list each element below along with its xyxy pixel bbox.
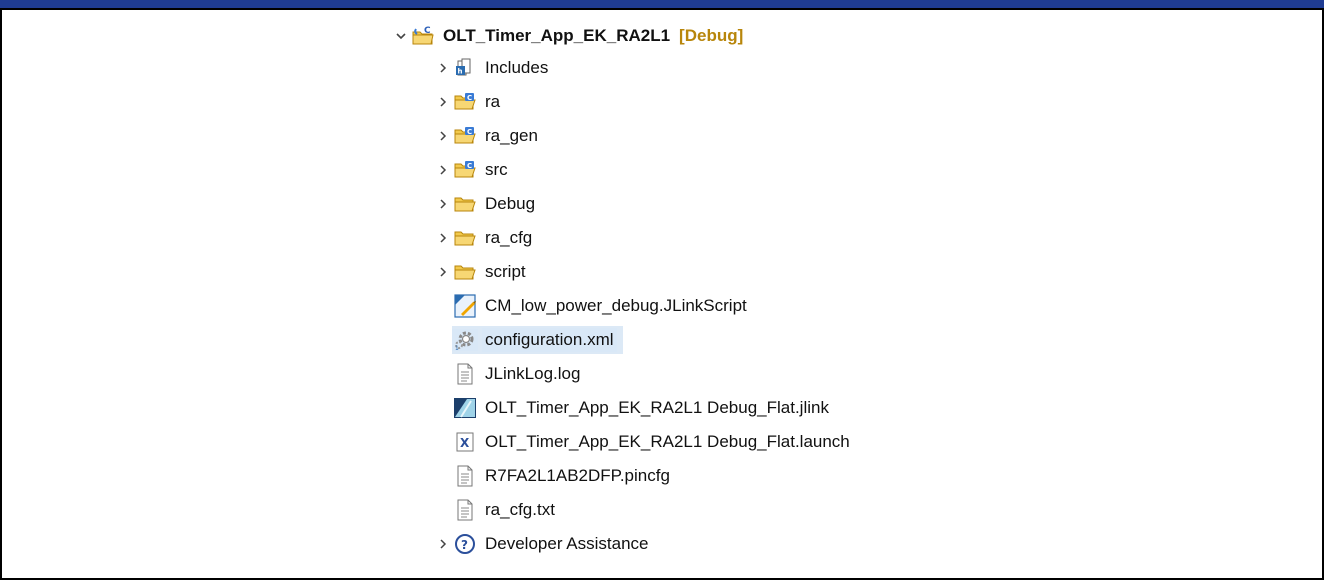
tree-item-ra[interactable]: C ra [434, 87, 503, 117]
tree-item-debug-folder[interactable]: Debug [434, 189, 538, 219]
gear-config-icon: 1 [452, 329, 478, 351]
jlink-script-icon [452, 294, 478, 318]
folder-icon [452, 193, 478, 215]
tree-item-label: ra_cfg [485, 228, 533, 247]
explorer-frame [0, 0, 1324, 580]
chevron-right-icon[interactable] [434, 121, 452, 151]
svg-text:C: C [467, 128, 472, 136]
tree-item-label: src [485, 160, 508, 179]
chevron-right-icon[interactable] [434, 257, 452, 287]
tree-item-label: OLT_Timer_App_EK_RA2L1 Debug_Flat.launch [485, 432, 850, 451]
tree-item-jlinklog[interactable]: JLinkLog.log [452, 359, 583, 389]
c-source-folder-icon: C [452, 125, 478, 147]
c-source-folder-icon: C [452, 159, 478, 181]
svg-text:C: C [467, 162, 472, 170]
folder-icon [452, 261, 478, 283]
build-config-decoration: [Debug] [679, 26, 744, 45]
tree-item-label: ra [485, 92, 501, 111]
tree-item-src[interactable]: C src [434, 155, 511, 185]
svg-text:C: C [424, 26, 431, 36]
tree-item-includes[interactable]: h Includes [434, 53, 551, 83]
chevron-right-icon[interactable] [434, 529, 452, 559]
tree-item-ra-cfg-txt[interactable]: ra_cfg.txt [452, 495, 558, 525]
launch-file-icon: X [452, 431, 478, 453]
tree-item-debug-flat-jlink[interactable]: OLT_Timer_App_EK_RA2L1 Debug_Flat.jlink [452, 393, 832, 423]
tree-item-pincfg[interactable]: R7FA2L1AB2DFP.pincfg [452, 461, 673, 491]
tree-item-configuration-xml[interactable]: 1 configuration.xml [452, 325, 623, 355]
text-file-icon [452, 499, 478, 521]
tree-item-label: Includes [485, 58, 549, 77]
tree-item-project[interactable]: C OLT_Timer_App_EK_RA2L1 [Debug] [392, 21, 743, 51]
chevron-right-icon[interactable] [434, 189, 452, 219]
tree-item-developer-assistance[interactable]: ? Developer Assistance [434, 529, 651, 559]
chevron-right-icon[interactable] [434, 53, 452, 83]
selection-highlight: 1 configuration.xml [452, 326, 623, 354]
tree-item-label: OLT_Timer_App_EK_RA2L1 Debug_Flat.jlink [485, 398, 829, 417]
tree-item-jlinkscript[interactable]: CM_low_power_debug.JLinkScript [452, 291, 750, 321]
tree-item-label: configuration.xml [482, 328, 617, 352]
svg-text:C: C [467, 94, 472, 102]
chevron-right-icon[interactable] [434, 87, 452, 117]
svg-text:?: ? [461, 538, 468, 552]
tree-item-label: ra_gen [485, 126, 538, 145]
question-circle-icon: ? [452, 533, 478, 555]
c-project-folder-icon: C [410, 25, 436, 47]
text-file-icon [452, 363, 478, 385]
tree-item-label: CM_low_power_debug.JLinkScript [485, 296, 747, 315]
jlink-file-icon [452, 397, 478, 419]
tree-item-script[interactable]: script [434, 257, 529, 287]
svg-text:h: h [458, 68, 463, 76]
title-bar [0, 0, 1324, 10]
tree-item-debug-flat-launch[interactable]: X OLT_Timer_App_EK_RA2L1 Debug_Flat.laun… [452, 427, 853, 457]
svg-text:1: 1 [455, 345, 459, 351]
chevron-right-icon[interactable] [434, 223, 452, 253]
tree-item-label: Developer Assistance [485, 534, 649, 553]
chevron-down-icon[interactable] [392, 21, 410, 51]
project-name: OLT_Timer_App_EK_RA2L1 [443, 26, 671, 45]
tree-item-label: JLinkLog.log [485, 364, 581, 383]
folder-icon [452, 227, 478, 249]
text-file-icon [452, 465, 478, 487]
tree-item-label: Debug [485, 194, 536, 213]
tree-item-label: ra_cfg.txt [485, 500, 555, 519]
tree-item-label: script [485, 262, 526, 281]
svg-text:X: X [460, 436, 470, 450]
includes-icon: h [452, 57, 478, 79]
tree-item-ra-cfg[interactable]: ra_cfg [434, 223, 535, 253]
tree-item-label: R7FA2L1AB2DFP.pincfg [485, 466, 670, 485]
tree-item-ra-gen[interactable]: C ra_gen [434, 121, 541, 151]
chevron-right-icon[interactable] [434, 155, 452, 185]
c-source-folder-icon: C [452, 91, 478, 113]
